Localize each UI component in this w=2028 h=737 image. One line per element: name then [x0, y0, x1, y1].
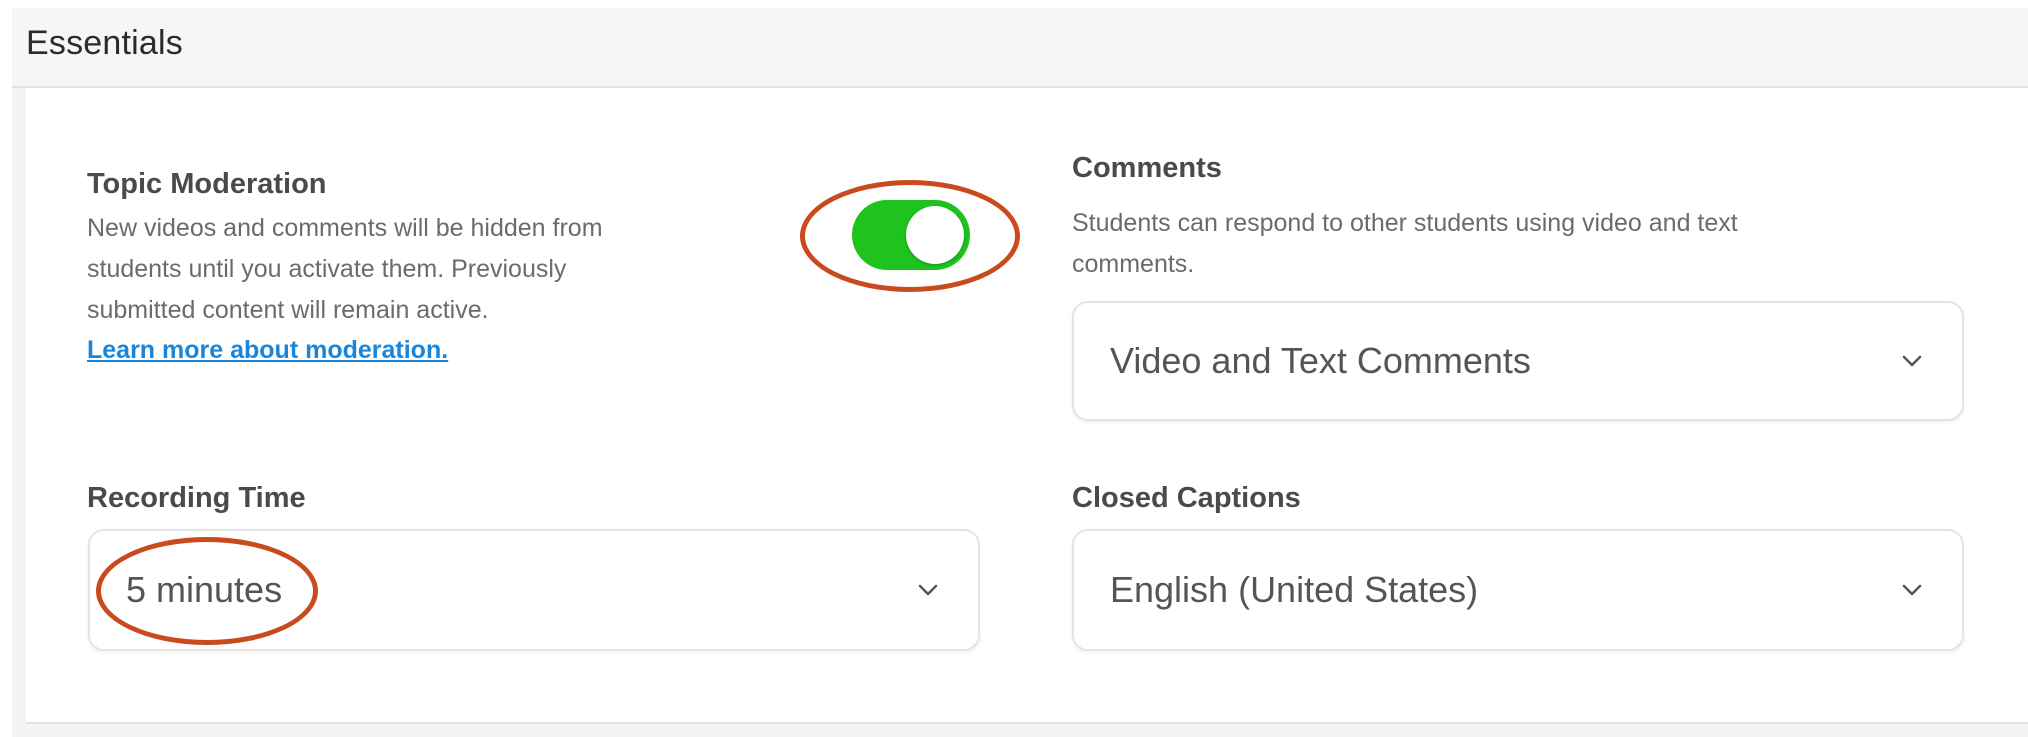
comments-label: Comments: [1072, 152, 1222, 184]
topic-moderation-toggle[interactable]: [852, 200, 970, 270]
recording-time-label: Recording Time: [87, 482, 306, 514]
comments-description: Students can respond to other students u…: [1072, 203, 1738, 285]
description-line: comments.: [1072, 250, 1195, 278]
section-header: Essentials: [12, 8, 2028, 88]
description-line: students until you activate them. Previo…: [87, 255, 567, 283]
closed-captions-label: Closed Captions: [1072, 482, 1301, 514]
closed-captions-select-value: English (United States): [1110, 569, 1479, 610]
chevron-down-icon: [918, 584, 938, 596]
comments-select-value: Video and Text Comments: [1110, 340, 1531, 381]
description-line: submitted content will remain active.: [87, 296, 489, 324]
description-line: New videos and comments will be hidden f…: [87, 214, 603, 242]
closed-captions-select[interactable]: English (United States): [1072, 529, 1964, 651]
bottom-band: [12, 724, 2028, 737]
chevron-down-icon: [1902, 584, 1922, 596]
learn-more-moderation-link[interactable]: Learn more about moderation.: [87, 336, 448, 365]
comments-select[interactable]: Video and Text Comments: [1072, 301, 1964, 421]
description-line: Students can respond to other students u…: [1072, 209, 1738, 237]
recording-time-select-value: 5 minutes: [126, 569, 283, 610]
chevron-down-icon: [1902, 355, 1922, 367]
left-rail: [12, 8, 26, 730]
topic-moderation-label: Topic Moderation: [87, 168, 327, 200]
topic-moderation-description: New videos and comments will be hidden f…: [87, 208, 603, 331]
section-title: Essentials: [26, 24, 183, 62]
toggle-knob: [906, 206, 964, 264]
recording-time-select[interactable]: 5 minutes: [88, 529, 980, 651]
essentials-panel: Essentials Topic Moderation New videos a…: [0, 0, 2028, 737]
